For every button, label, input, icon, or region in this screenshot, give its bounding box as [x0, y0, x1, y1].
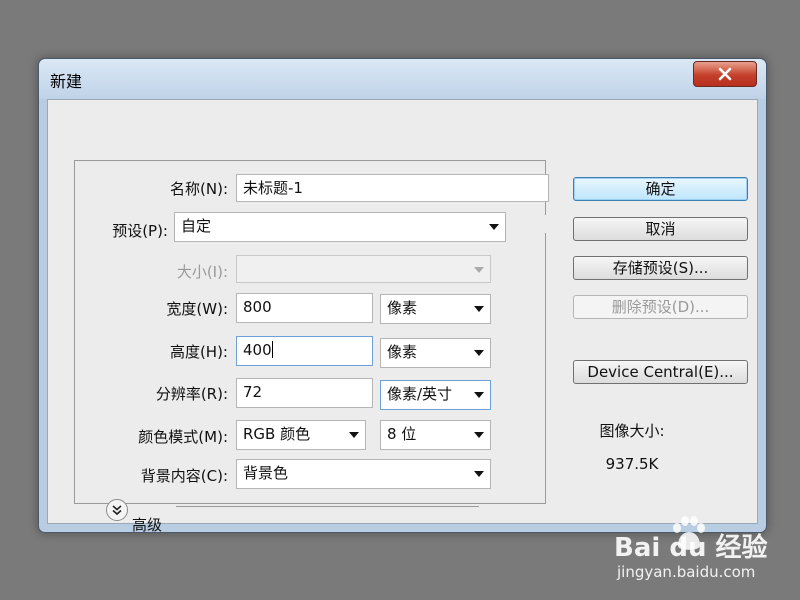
text-caret: [271, 341, 273, 358]
resolution-unit-select[interactable]: 像素/英寸: [380, 380, 491, 410]
height-value: 400: [243, 341, 272, 359]
device-central-button[interactable]: Device Central(E)...: [573, 360, 748, 384]
width-input[interactable]: 800: [236, 293, 373, 323]
new-document-dialog: 新建 名称(N): 未标题-1 预设(P): 自定 大小(I): 宽度(W): …: [38, 58, 767, 534]
chevron-down-icon: [474, 432, 484, 438]
window-title: 新建: [50, 72, 83, 91]
width-label: 宽度(W):: [166, 300, 228, 318]
chevron-down-icon: [349, 432, 359, 438]
height-input[interactable]: 400: [236, 336, 373, 366]
chevron-down-icon: [474, 471, 484, 477]
watermark-brand: Bai du 经验: [614, 533, 768, 563]
color-mode-label: 颜色模式(M):: [138, 428, 228, 446]
name-input[interactable]: 未标题-1: [236, 174, 549, 202]
title-bar[interactable]: 新建: [39, 59, 766, 99]
background-label: 背景内容(C):: [140, 467, 228, 485]
cancel-button[interactable]: 取消: [573, 217, 748, 241]
bit-depth-select[interactable]: 8 位: [380, 420, 491, 450]
chevron-down-icon: [474, 392, 484, 398]
chevron-down-icon: [489, 224, 499, 230]
color-mode-value: RGB 颜色: [243, 425, 311, 443]
color-mode-select[interactable]: RGB 颜色: [236, 420, 366, 450]
close-icon: [718, 67, 732, 81]
ok-button[interactable]: 确定: [573, 177, 748, 201]
height-label: 高度(H):: [169, 343, 228, 361]
chevron-down-icon: [474, 306, 484, 312]
close-button[interactable]: [693, 61, 757, 87]
resolution-input[interactable]: 72: [236, 378, 373, 408]
preset-label: 预设(P):: [88, 220, 170, 241]
height-unit-select[interactable]: 像素: [380, 338, 491, 368]
width-unit-select[interactable]: 像素: [380, 294, 491, 324]
preset-value: 自定: [181, 217, 212, 235]
advanced-toggle-button[interactable]: [106, 499, 128, 521]
dialog-body: 名称(N): 未标题-1 预设(P): 自定 大小(I): 宽度(W): 800…: [47, 99, 758, 534]
size-select: [236, 255, 491, 283]
image-size-label: 图像大小:: [599, 422, 665, 440]
name-label: 名称(N):: [170, 180, 228, 198]
preset-select[interactable]: 自定: [174, 212, 506, 242]
resolution-label: 分辨率(R):: [155, 385, 228, 403]
height-unit-value: 像素: [387, 343, 418, 361]
image-size-value: 937.5K: [605, 455, 659, 473]
bit-depth-value: 8 位: [387, 425, 417, 443]
background-value: 背景色: [243, 464, 289, 482]
delete-preset-button: 删除预设(D)...: [573, 295, 748, 319]
save-preset-button[interactable]: 存储预设(S)...: [573, 256, 748, 280]
watermark-url: jingyan.baidu.com: [617, 563, 756, 581]
advanced-divider: [176, 506, 479, 507]
double-chevron-down-icon: [112, 505, 122, 516]
background-select[interactable]: 背景色: [236, 459, 491, 489]
chevron-down-icon: [474, 350, 484, 356]
size-label: 大小(I):: [176, 263, 228, 281]
group-label-gap: [508, 215, 548, 233]
resolution-unit-value: 像素/英寸: [387, 385, 453, 403]
width-unit-value: 像素: [387, 299, 418, 317]
chevron-down-icon: [474, 267, 484, 273]
advanced-label: 高级: [132, 516, 163, 534]
